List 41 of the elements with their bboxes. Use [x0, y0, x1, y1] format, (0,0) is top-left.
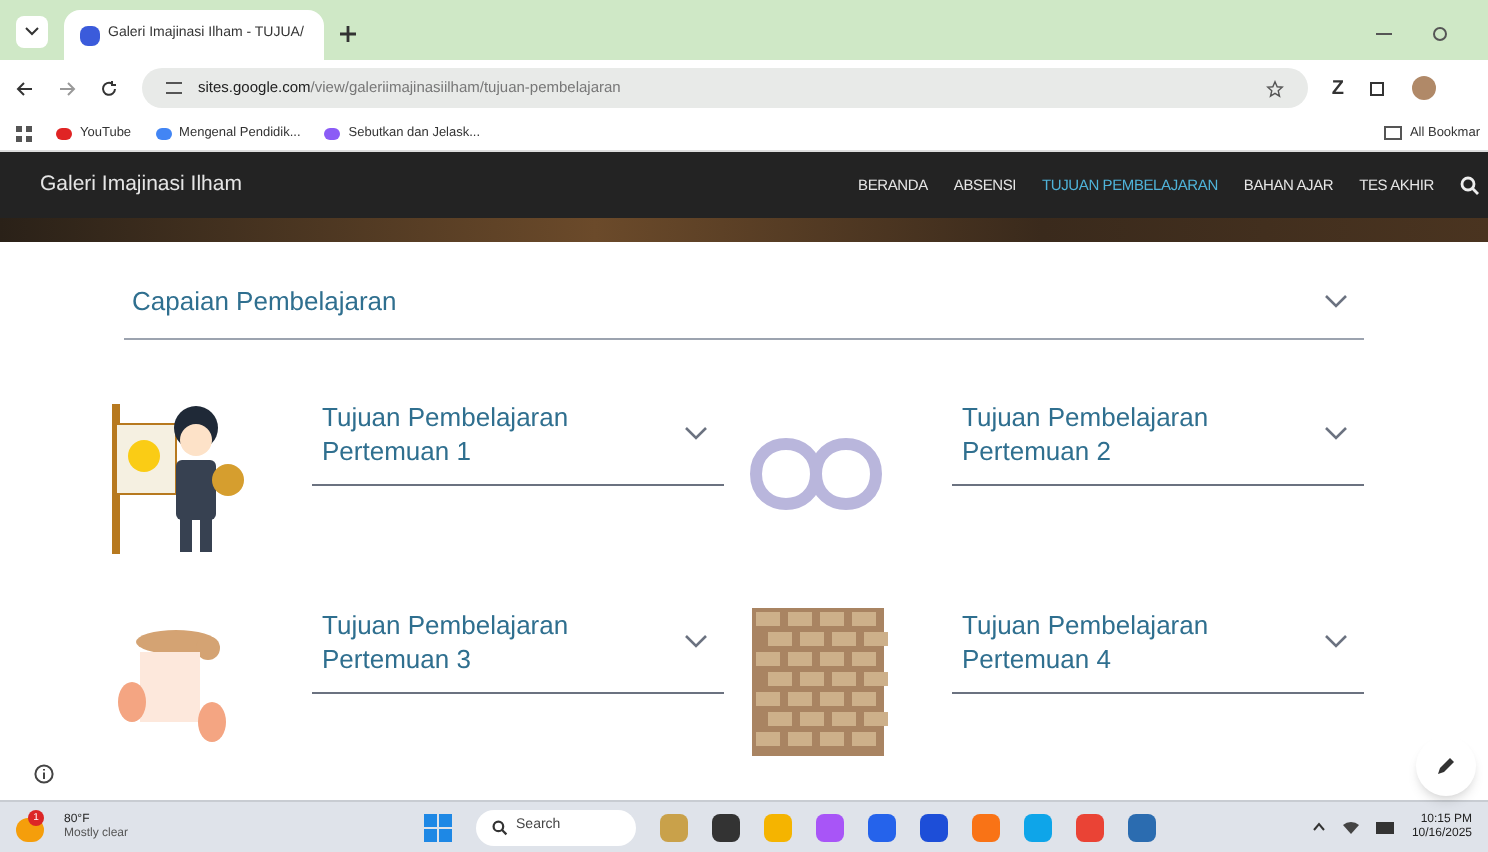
caret-icon	[24, 26, 40, 38]
restore-icon[interactable]	[1432, 26, 1448, 42]
wifi-icon[interactable]	[1341, 819, 1360, 835]
accordion-item[interactable]: Tujuan Pembelajaran Pertemuan 4	[952, 607, 1364, 693]
back-icon[interactable]	[16, 79, 34, 97]
search-icon[interactable]	[1460, 175, 1480, 195]
reload-icon[interactable]	[100, 79, 118, 97]
windows-start-icon[interactable]	[424, 813, 453, 841]
battery-icon[interactable]	[1375, 821, 1396, 833]
bookmark-favicon-icon	[155, 127, 172, 139]
accordion-item[interactable]: Tujuan Pembelajaran Pertemuan 3	[312, 607, 724, 693]
chevron-icon	[1324, 293, 1348, 310]
accordion-item[interactable]: Tujuan Pembelajaran Pertemuan 2	[952, 399, 1364, 485]
pencil-icon	[1436, 756, 1456, 776]
chevron-icon	[1324, 425, 1348, 441]
site-favicon-icon	[80, 25, 100, 45]
section-title: Capaian Pembelajaran	[132, 284, 397, 320]
extension-icon[interactable]: Z	[1331, 73, 1344, 103]
bookmark-favicon-icon	[56, 127, 72, 139]
avatar[interactable]	[1412, 76, 1436, 100]
item-title: Tujuan Pembelajaran Pertemuan 3	[322, 607, 571, 675]
chevron-icon	[684, 633, 708, 649]
edit-button[interactable]	[1416, 736, 1476, 796]
accordion-header[interactable]: Capaian Pembelajaran	[124, 282, 1364, 339]
forward-icon[interactable]	[58, 79, 76, 97]
item-title: Tujuan Pembelajaran Pertemuan 2	[962, 399, 1211, 467]
caret-icon[interactable]	[1311, 822, 1326, 832]
tab-list-button[interactable]	[16, 16, 48, 48]
bookmark-favicon-icon	[324, 127, 341, 139]
site-title[interactable]: Galeri Imajinasi Ilham	[40, 169, 242, 201]
site-info-icon[interactable]	[166, 82, 182, 94]
accordion-item[interactable]: Tujuan Pembelajaran Pertemuan 1	[312, 399, 724, 485]
new-tab-icon[interactable]	[340, 26, 356, 42]
star-icon[interactable]	[1265, 79, 1284, 97]
chevron-icon	[1324, 633, 1348, 649]
search-icon	[492, 819, 509, 835]
info-icon[interactable]	[34, 764, 54, 784]
item-title: Tujuan Pembelajaran Pertemuan 1	[322, 399, 571, 467]
apps-icon[interactable]	[16, 125, 32, 141]
item-title: Tujuan Pembelajaran Pertemuan 4	[962, 607, 1211, 675]
chevron-icon	[684, 425, 708, 441]
